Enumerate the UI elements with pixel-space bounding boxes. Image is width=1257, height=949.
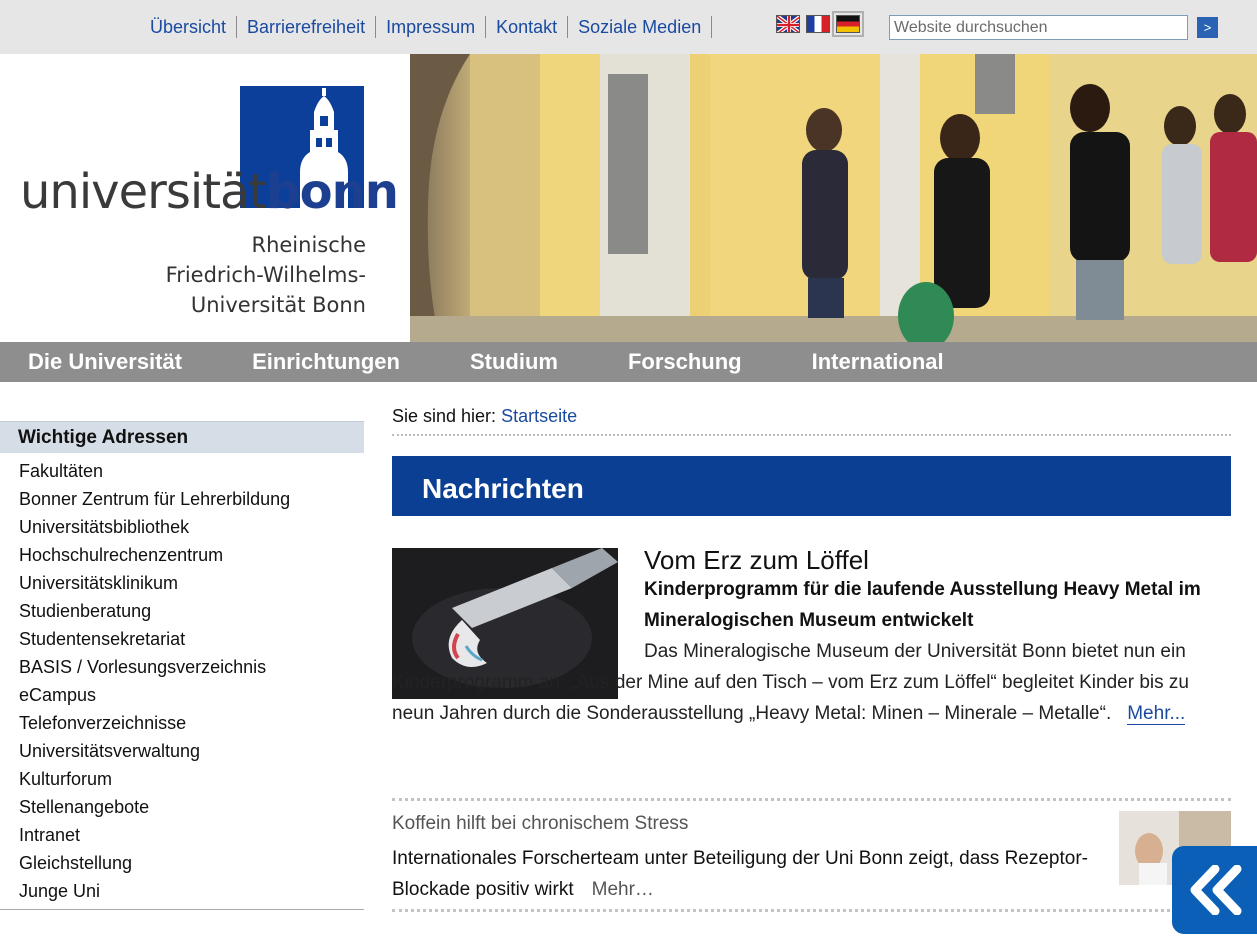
nav-international[interactable]: International xyxy=(777,342,979,382)
sidebar-item-klinikum: Universitätsklinikum xyxy=(0,569,364,597)
sidebar-link[interactable]: Studentensekretariat xyxy=(19,629,185,649)
sidebar-item-stellenangebote: Stellenangebote xyxy=(0,793,364,821)
breadcrumb-startseite[interactable]: Startseite xyxy=(501,406,577,426)
sidebar-title: Wichtige Adressen xyxy=(0,421,364,453)
german-flag-icon[interactable] xyxy=(832,11,864,37)
article-lead: Kinderprogramm für die laufende Ausstell… xyxy=(644,579,1201,631)
link-soziale-medien[interactable]: Soziale Medien xyxy=(568,16,713,38)
breadcrumb-prefix: Sie sind hier: xyxy=(392,406,497,426)
subtitle-line: Rheinische xyxy=(251,233,366,257)
sidebar-link[interactable]: Universitätsklinikum xyxy=(19,573,178,593)
article-body-text: Internationales Forscherteam unter Betei… xyxy=(392,848,1088,900)
site-header: universitätbonn Rheinische Friedrich-Wil… xyxy=(0,54,1257,342)
article-body: Das Mineralogische Museum der Universitä… xyxy=(392,636,1231,729)
sidebar-item-kulturforum: Kulturforum xyxy=(0,765,364,793)
french-flag-icon[interactable] xyxy=(806,15,830,33)
utility-nav: Übersicht Barrierefreiheit Impressum Kon… xyxy=(140,16,713,38)
news-article: Koffein hilft bei chronischem Stress Int… xyxy=(392,801,1231,909)
wordmark-regular: universität xyxy=(20,164,267,220)
link-kontakt[interactable]: Kontakt xyxy=(486,16,569,38)
wordmark: universitätbonn xyxy=(20,162,399,222)
sidebar-link[interactable]: Universitätsverwaltung xyxy=(19,741,200,761)
sidebar-item-telefon: Telefonverzeichnisse xyxy=(0,709,364,737)
subtitle-line: Universität Bonn xyxy=(190,293,366,317)
article-body-text: Das Mineralogische Museum der Universitä… xyxy=(392,641,1189,724)
nav-forschung[interactable]: Forschung xyxy=(593,342,777,382)
sidebar-link[interactable]: Gleichstellung xyxy=(19,853,132,873)
nav-einrichtungen[interactable]: Einrichtungen xyxy=(217,342,435,382)
wordmark-bold: bonn xyxy=(266,164,399,220)
sidebar-item-intranet: Intranet xyxy=(0,821,364,849)
double-chevron-left-icon xyxy=(1190,865,1241,915)
sidebar-link[interactable]: Bonner Zentrum für Lehrerbildung xyxy=(19,489,290,509)
sidebar-link[interactable]: Intranet xyxy=(19,825,80,845)
sidebar-item-studentensekretariat: Studentensekretariat xyxy=(0,625,364,653)
article-body: Internationales Forscherteam unter Betei… xyxy=(392,843,1092,905)
article-title[interactable]: Vom Erz zum Löffel xyxy=(644,542,869,578)
article-more-link[interactable]: Mehr… xyxy=(592,879,654,900)
main-navigation: Die Universität Einrichtungen Studium Fo… xyxy=(0,342,1257,382)
article-title[interactable]: Koffein hilft bei chronischem Stress xyxy=(392,813,688,835)
nav-studium[interactable]: Studium xyxy=(435,342,593,382)
article-more-link[interactable]: Mehr... xyxy=(1127,703,1186,725)
back-navigation-button[interactable] xyxy=(1172,846,1257,934)
top-utility-bar: Übersicht Barrierefreiheit Impressum Kon… xyxy=(0,0,1257,54)
sidebar-divider xyxy=(0,909,364,910)
sidebar-link[interactable]: eCampus xyxy=(19,685,96,705)
university-logo[interactable]: universitätbonn Rheinische Friedrich-Wil… xyxy=(0,54,410,342)
link-barrierefreiheit[interactable]: Barrierefreiheit xyxy=(237,16,377,38)
sidebar-list: Fakultäten Bonner Zentrum für Lehrerbild… xyxy=(0,457,364,905)
breadcrumb: Sie sind hier: Startseite xyxy=(392,398,1231,436)
sidebar-link[interactable]: Hochschulrechenzentrum xyxy=(19,545,223,565)
sidebar-link[interactable]: Telefonverzeichnisse xyxy=(19,713,186,733)
search-submit-button[interactable]: > xyxy=(1197,17,1218,38)
news-article: Vom Erz zum Löffel Kinderprogramm für di… xyxy=(392,545,1231,798)
sidebar-item-gleichstellung: Gleichstellung xyxy=(0,849,364,877)
sidebar-link[interactable]: Kulturforum xyxy=(19,769,112,789)
english-flag-icon[interactable] xyxy=(776,15,800,33)
sidebar-item-lehrerbildung: Bonner Zentrum für Lehrerbildung xyxy=(0,485,364,513)
sidebar-item-studienberatung: Studienberatung xyxy=(0,597,364,625)
sidebar-link[interactable]: Studienberatung xyxy=(19,601,151,621)
sidebar-link[interactable]: Stellenangebote xyxy=(19,797,149,817)
sidebar-item-basis: BASIS / Vorlesungsverzeichnis xyxy=(0,653,364,681)
sidebar-item-junge-uni: Junge Uni xyxy=(0,877,364,905)
main-content: Sie sind hier: Startseite Nachrichten Vo… xyxy=(392,398,1231,912)
sidebar-item-bibliothek: Universitätsbibliothek xyxy=(0,513,364,541)
sidebar-item-fakultaeten: Fakultäten xyxy=(0,457,364,485)
sidebar-link[interactable]: BASIS / Vorlesungsverzeichnis xyxy=(19,657,266,677)
news-heading: Nachrichten xyxy=(392,456,1231,516)
language-switcher xyxy=(776,11,864,37)
sidebar-link[interactable]: Junge Uni xyxy=(19,881,100,901)
link-impressum[interactable]: Impressum xyxy=(376,16,487,38)
subtitle-line: Friedrich-Wilhelms- xyxy=(165,263,366,287)
link-uebersicht[interactable]: Übersicht xyxy=(140,16,238,38)
important-addresses-sidebar: Wichtige Adressen Fakultäten Bonner Zent… xyxy=(0,421,364,910)
nav-die-universitaet[interactable]: Die Universität xyxy=(0,342,217,382)
header-photo-students xyxy=(410,54,1257,342)
university-full-name: Rheinische Friedrich-Wilhelms- Universit… xyxy=(166,230,366,320)
news-divider xyxy=(392,909,1231,912)
sidebar-link[interactable]: Universitätsbibliothek xyxy=(19,517,189,537)
sidebar-item-verwaltung: Universitätsverwaltung xyxy=(0,737,364,765)
sidebar-item-rechenzentrum: Hochschulrechenzentrum xyxy=(0,541,364,569)
sidebar-link[interactable]: Fakultäten xyxy=(19,461,103,481)
search-input[interactable] xyxy=(889,15,1188,40)
sidebar-item-ecampus: eCampus xyxy=(0,681,364,709)
